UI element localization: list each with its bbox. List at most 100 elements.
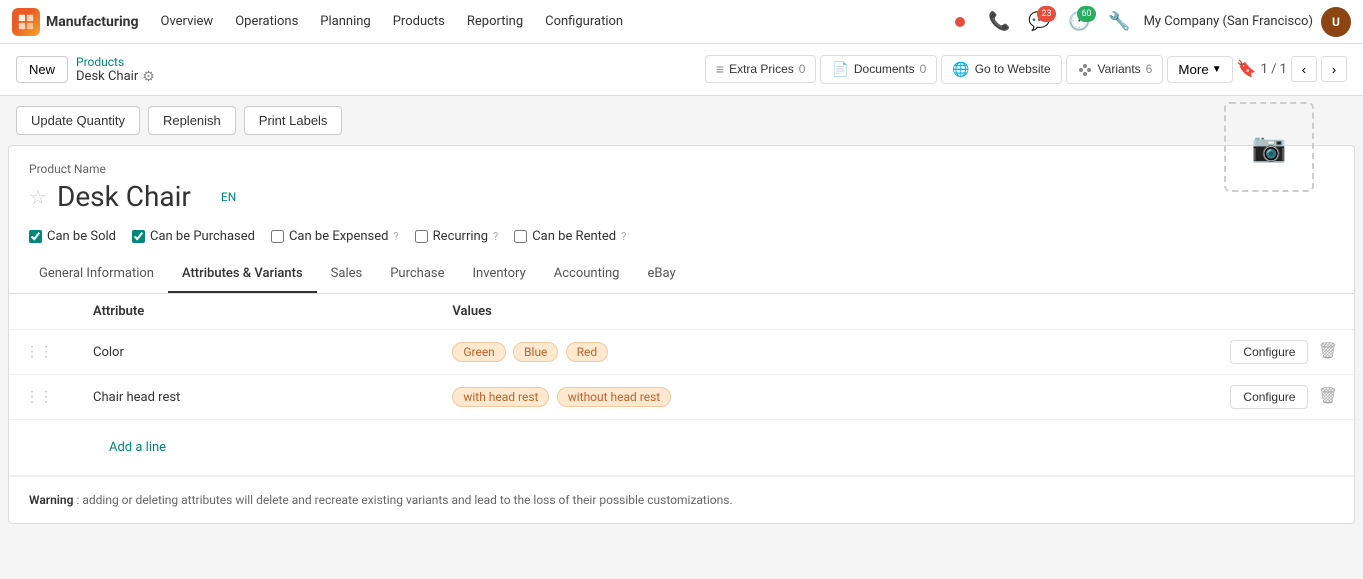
tab-ebay[interactable]: eBay xyxy=(633,256,689,293)
pager-next-button[interactable]: › xyxy=(1321,56,1347,82)
attribute-col-header: Attribute xyxy=(77,294,436,330)
breadcrumb-parent[interactable]: Products xyxy=(76,55,155,69)
row-actions-color: Configure 🗑 xyxy=(1204,330,1354,375)
product-image-placeholder[interactable]: 📷 xyxy=(1224,102,1314,192)
list-icon: ≡ xyxy=(716,61,724,77)
replenish-button[interactable]: Replenish xyxy=(148,106,236,135)
product-header: Product Name ☆ Desk Chair EN 📷 xyxy=(9,146,1354,221)
can-be-purchased-checkbox[interactable]: Can be Purchased xyxy=(132,229,255,244)
nav-reporting[interactable]: Reporting xyxy=(457,10,533,33)
warning-section: Warning : adding or deleting attributes … xyxy=(9,476,1354,523)
values-headrest: with head rest without head rest xyxy=(436,375,1204,420)
can-be-rented-label: Can be Rented xyxy=(532,229,616,244)
rented-help-icon[interactable]: ? xyxy=(621,230,626,243)
attributes-table: Attribute Values ⋮⋮ Color Green Blue Red… xyxy=(9,294,1354,476)
tab-purchase[interactable]: Purchase xyxy=(376,256,458,293)
pager-text: 1 / 1 xyxy=(1261,62,1287,77)
logo-icon xyxy=(12,8,40,36)
app-logo[interactable]: Manufacturing xyxy=(12,8,139,36)
variants-label: Variants xyxy=(1098,62,1141,76)
documents-button[interactable]: 📄 Documents 0 xyxy=(820,55,937,84)
tag-blue: Blue xyxy=(513,342,558,362)
wrench-icon: 🔧 xyxy=(1108,11,1130,32)
phone-icon: 📞 xyxy=(988,11,1010,32)
status-dot[interactable] xyxy=(944,6,976,38)
nav-overview[interactable]: Overview xyxy=(151,10,224,33)
settings-gear-icon[interactable]: ⚙ xyxy=(142,69,155,85)
expensed-help-icon[interactable]: ? xyxy=(393,230,398,243)
warning-bold: Warning xyxy=(29,493,73,507)
secondary-toolbar: New Products Desk Chair ⚙ ≡ Extra Prices… xyxy=(0,44,1363,96)
top-menu: Overview Operations Planning Products Re… xyxy=(151,10,634,33)
product-name-label: Product Name xyxy=(29,162,1224,176)
camera-icon: 📷 xyxy=(1252,131,1287,164)
variants-button[interactable]: Variants 6 xyxy=(1066,55,1164,84)
recurring-help-icon[interactable]: ? xyxy=(493,230,498,243)
can-be-expensed-checkbox[interactable]: Can be Expensed ? xyxy=(271,229,399,244)
add-line-button[interactable]: Add a line xyxy=(93,430,182,465)
variants-icon xyxy=(1077,61,1093,78)
main-content: Product Name ☆ Desk Chair EN 📷 Can be So… xyxy=(8,145,1355,524)
topnav-right: 📞 💬 23 🕐 60 🔧 My Company (San Francisco)… xyxy=(944,6,1351,38)
variants-count: 6 xyxy=(1146,62,1153,76)
extra-prices-label: Extra Prices xyxy=(729,62,794,76)
actions-col-header xyxy=(1204,294,1354,330)
goto-website-label: Go to Website xyxy=(975,62,1051,76)
print-labels-button[interactable]: Print Labels xyxy=(244,106,343,135)
activity-icon-btn[interactable]: 🕐 60 xyxy=(1064,6,1096,38)
extra-prices-button[interactable]: ≡ Extra Prices 0 xyxy=(705,55,817,83)
configure-headrest-button[interactable]: Configure xyxy=(1230,385,1308,409)
app-name: Manufacturing xyxy=(46,14,139,30)
drag-col-header xyxy=(9,294,77,330)
values-col-header: Values xyxy=(436,294,1204,330)
delete-headrest-button[interactable]: 🗑 xyxy=(1318,386,1338,406)
configure-color-button[interactable]: Configure xyxy=(1230,340,1308,364)
table-row: ⋮⋮ Color Green Blue Red Configure 🗑 xyxy=(9,330,1354,375)
nav-products[interactable]: Products xyxy=(383,10,455,33)
pager: 1 / 1 ‹ › xyxy=(1261,56,1347,82)
drag-handle-icon[interactable]: ⋮⋮ xyxy=(25,389,61,405)
can-be-rented-checkbox[interactable]: Can be Rented ? xyxy=(514,229,626,244)
more-button[interactable]: More ▼ xyxy=(1167,56,1232,83)
extra-prices-count: 0 xyxy=(799,62,806,76)
can-be-sold-label: Can be Sold xyxy=(47,229,116,244)
add-line-row: Add a line xyxy=(9,420,1354,476)
nav-configuration[interactable]: Configuration xyxy=(535,10,633,33)
settings-icon-btn[interactable]: 🔧 xyxy=(1104,6,1136,38)
values-color: Green Blue Red xyxy=(436,330,1204,375)
recurring-checkbox[interactable]: Recurring ? xyxy=(415,229,499,244)
goto-website-button[interactable]: 🌐 Go to Website xyxy=(941,55,1061,84)
tab-accounting[interactable]: Accounting xyxy=(540,256,634,293)
can-be-expensed-label: Can be Expensed xyxy=(289,229,389,244)
more-label: More xyxy=(1178,62,1208,77)
tab-inventory[interactable]: Inventory xyxy=(459,256,540,293)
phone-icon-btn[interactable]: 📞 xyxy=(984,6,1016,38)
can-be-sold-checkbox[interactable]: Can be Sold xyxy=(29,229,116,244)
globe-icon: 🌐 xyxy=(952,61,969,78)
pager-prev-button[interactable]: ‹ xyxy=(1291,56,1317,82)
breadcrumb-current: Desk Chair ⚙ xyxy=(76,69,155,85)
checkboxes-row: Can be Sold Can be Purchased Can be Expe… xyxy=(9,221,1354,256)
user-avatar[interactable]: U xyxy=(1321,7,1351,37)
chat-icon-btn[interactable]: 💬 23 xyxy=(1024,6,1056,38)
toolbar-actions: ≡ Extra Prices 0 📄 Documents 0 🌐 Go to W… xyxy=(705,55,1347,84)
update-quantity-button[interactable]: Update Quantity xyxy=(16,106,140,135)
tab-attributes-variants[interactable]: Attributes & Variants xyxy=(168,256,317,293)
new-button[interactable]: New xyxy=(16,56,68,83)
tag-red: Red xyxy=(566,342,609,362)
tab-sales[interactable]: Sales xyxy=(317,256,377,293)
action-row: Update Quantity Replenish Print Labels xyxy=(0,96,1363,145)
recurring-label: Recurring xyxy=(433,229,488,244)
tab-general-information[interactable]: General Information xyxy=(25,256,168,293)
bookmark-button[interactable]: 🔖 xyxy=(1237,59,1257,79)
drag-handle-icon[interactable]: ⋮⋮ xyxy=(25,344,61,360)
nav-operations[interactable]: Operations xyxy=(225,10,308,33)
tag-green: Green xyxy=(452,342,505,362)
product-name-row: ☆ Desk Chair EN xyxy=(29,180,1224,213)
delete-color-button[interactable]: 🗑 xyxy=(1318,341,1338,361)
file-icon: 📄 xyxy=(831,61,848,78)
tabs: General Information Attributes & Variant… xyxy=(9,256,1354,294)
favorite-star-icon[interactable]: ☆ xyxy=(29,185,47,209)
nav-planning[interactable]: Planning xyxy=(310,10,380,33)
language-badge[interactable]: EN xyxy=(221,190,236,204)
